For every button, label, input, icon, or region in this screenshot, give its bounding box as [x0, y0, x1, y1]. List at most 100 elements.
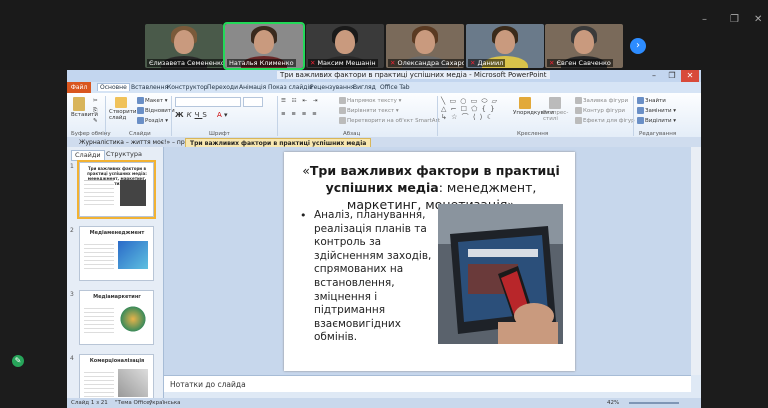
align-buttons[interactable]: ≡ ≡ ≡ ≡	[281, 111, 319, 117]
tab-insert[interactable]: Вставлення	[131, 84, 168, 91]
ribbon-tabs: Файл Основне Вставлення Конструктор Пере…	[67, 82, 701, 93]
thumb-title: Медіаменеджмент	[89, 230, 145, 236]
select-button[interactable]: Виділити ▾	[637, 117, 676, 124]
reset-button[interactable]: Відновити	[137, 107, 175, 114]
ppt-maximize-button[interactable]: ❐	[663, 70, 681, 82]
slide-thumbnail[interactable]: Три важливих фактори в практиці успішних…	[77, 160, 156, 219]
font-color-icon[interactable]: А ▾	[217, 111, 228, 119]
thumb-text-lines	[84, 305, 114, 335]
next-participants-arrow-icon[interactable]: ›	[630, 38, 646, 54]
tab-office-tab[interactable]: Office Tab	[380, 84, 410, 91]
list-buttons[interactable]: ☰ ☷ ⇤ ⇥	[281, 98, 319, 104]
maximize-button[interactable]: ❐	[730, 14, 739, 25]
ppt-titlebar: Три важливих фактори в практиці успішних…	[67, 70, 701, 82]
shape-outline-button[interactable]: Контур фігури	[575, 107, 625, 114]
new-slide-icon	[115, 97, 127, 108]
text-direction-button[interactable]: Напрямок тексту ▾	[339, 97, 401, 104]
slide-count: Слайд 1 з 21	[71, 400, 108, 406]
thumb-number: 1	[70, 163, 74, 170]
bullet-marker: •	[300, 209, 307, 222]
tab-design[interactable]: Конструктор	[167, 84, 208, 91]
close-button[interactable]: ✕	[754, 14, 762, 25]
slide-editing-area: «Три важливих фактори в практиці успішни…	[164, 147, 691, 375]
section-button[interactable]: Розділ ▾	[137, 117, 168, 124]
ppt-minimize-button[interactable]: –	[645, 70, 663, 82]
slide-bullet-text[interactable]: Аналіз, планування, реалізація планів та…	[314, 209, 440, 345]
tab-slideshow[interactable]: Показ слайдів	[268, 84, 313, 91]
tab-home[interactable]: Основне	[97, 83, 130, 91]
shapes-gallery[interactable]: ╲ ▭ ○ ▭ ⬭ ▱ △ ⌐ ☐ ⬠ { } ↳ ☆ ⌒ ⟨ ⟩ ☾	[441, 97, 498, 121]
layout-icon	[137, 97, 144, 104]
shape-effects-button[interactable]: Ефекти для фігур	[575, 117, 635, 124]
find-icon	[637, 97, 644, 104]
cut-icon[interactable]: ✂	[93, 98, 98, 104]
participant-face	[174, 30, 194, 54]
layout-button[interactable]: Макет ▾	[137, 97, 168, 104]
tab-transitions[interactable]: Переходи	[207, 84, 238, 91]
select-icon	[637, 117, 644, 124]
replace-button[interactable]: Замінити ▾	[637, 107, 676, 114]
muted-mic-icon: ✕	[390, 59, 396, 67]
find-button[interactable]: Знайти	[637, 97, 666, 104]
thumb-text-lines	[84, 369, 114, 399]
tab-outline[interactable]: Структура	[103, 150, 145, 159]
ribbon: Вставити ✂ ⎘ ✎ Створити слайд Макет ▾ Ві…	[67, 93, 701, 138]
powerpoint-window: Три важливих фактори в практиці успішних…	[67, 70, 701, 408]
minimize-button[interactable]: –	[702, 14, 707, 25]
quick-styles-button[interactable]: Експрес-стилі	[543, 97, 573, 122]
participant-tile[interactable]: ✕Олександра Сахарова	[386, 24, 464, 68]
tab-review[interactable]: Рецензування	[310, 84, 354, 91]
vertical-scrollbar[interactable]	[691, 147, 701, 375]
thumb-number: 2	[70, 227, 74, 234]
tab-slides[interactable]: Слайди	[71, 150, 105, 161]
slide-photo-laptop-phone[interactable]	[438, 204, 563, 344]
zoom-slider[interactable]	[629, 402, 679, 404]
copy-icon[interactable]: ⎘	[93, 108, 97, 115]
participant-tile[interactable]: ✕ Даниил	[466, 24, 544, 68]
participant-face	[495, 30, 515, 54]
participant-name-text: Максим Мешанін	[317, 59, 376, 67]
participant-name-text: Євген Савченко	[556, 59, 611, 67]
thumb-number: 4	[70, 355, 74, 362]
replace-icon	[637, 107, 644, 114]
arrange-icon	[519, 97, 531, 109]
section-icon	[137, 117, 144, 124]
arrange-button[interactable]: Упорядкувати	[513, 97, 554, 116]
participant-tile[interactable]: ✕ Максим Мешанін	[306, 24, 384, 68]
tab-file[interactable]: Файл	[67, 82, 91, 93]
participant-tile[interactable]: Єлизавета Семененко	[145, 24, 223, 68]
participant-tile[interactable]: Наталья Клименко	[223, 22, 305, 70]
slide-thumbnail[interactable]: Медіамаркетинг	[79, 290, 154, 345]
notes-pane[interactable]: Нотатки до слайда	[164, 375, 691, 392]
participant-name-text: Даниил	[477, 59, 504, 67]
ppt-close-button[interactable]: ✕	[681, 70, 699, 82]
align-text-button[interactable]: Вирівняти текст ▾	[339, 107, 399, 114]
zoom-level: 42%	[607, 400, 620, 406]
quick-styles-icon	[549, 97, 561, 109]
fill-icon	[575, 97, 582, 104]
participant-name: ✕ Даниил	[468, 59, 506, 67]
format-painter-icon[interactable]: ✎	[93, 118, 98, 124]
shape-fill-button[interactable]: Заливка фігури	[575, 97, 628, 104]
thumb-text-lines	[84, 180, 114, 207]
new-slide-button[interactable]: Створити слайд	[109, 97, 137, 121]
outline-icon	[575, 107, 582, 114]
annotate-pencil-icon[interactable]: ✎	[12, 355, 24, 367]
participant-name-text: Єлизавета Семененко	[149, 59, 223, 67]
current-slide[interactable]: «Три важливих фактори в практиці успішни…	[284, 152, 575, 371]
tab-animation[interactable]: Анімація	[239, 84, 266, 91]
laptop-phone-illustration	[438, 204, 563, 344]
doc-tab-journalism[interactable]: Журналістика – життя моє!» – про	[75, 138, 192, 147]
thumb-title: Медіамаркетинг	[93, 294, 141, 300]
smartart-button[interactable]: Перетворити на об'єкт SmartArt	[339, 117, 440, 124]
language: українська	[149, 400, 181, 406]
tab-view[interactable]: Вигляд	[353, 84, 376, 91]
participant-tile[interactable]: ✕ Євген Савченко	[545, 24, 623, 68]
font-size-dropdown[interactable]	[243, 97, 263, 107]
slide-thumbnail[interactable]: Медіаменеджмент	[79, 226, 154, 281]
font-family-dropdown[interactable]	[175, 97, 241, 107]
font-format-buttons[interactable]: ЖКЧS	[175, 111, 210, 119]
effects-icon	[575, 117, 582, 124]
thumb-text-lines	[84, 241, 114, 271]
participant-name-text: Наталья Клименко	[229, 59, 294, 67]
